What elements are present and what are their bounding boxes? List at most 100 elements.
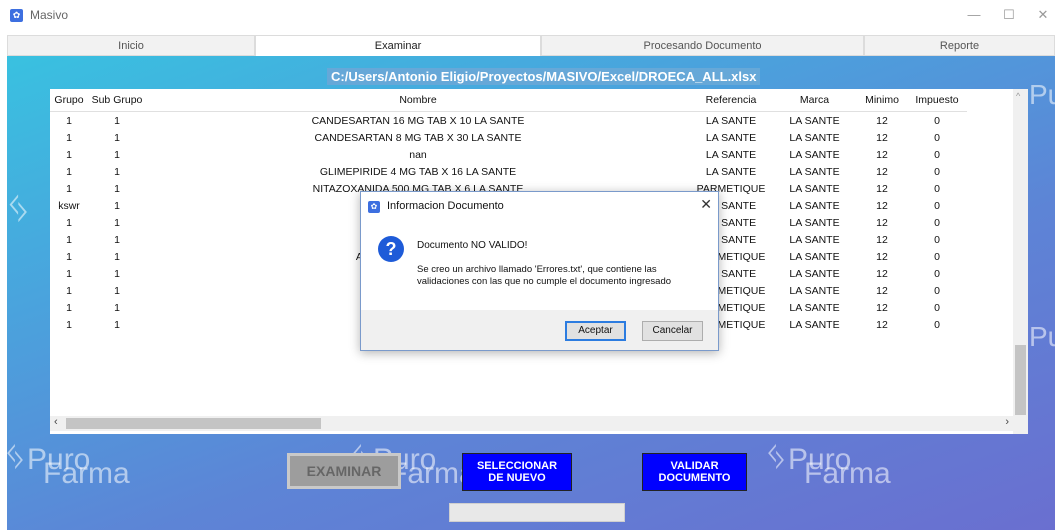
vertical-scrollbar[interactable]: ^	[1013, 89, 1028, 434]
cell-marca: LA SANTE	[789, 318, 840, 331]
cell-grupo: 1	[66, 216, 72, 229]
cell-minimo: 12	[876, 318, 888, 331]
cell-impuesto: 0	[934, 301, 940, 314]
table-row[interactable]: 1 1 CANDESARTAN 8 MG TAB X 30 LA SANTE LA S…	[50, 129, 967, 146]
window-title: Masivo	[30, 8, 69, 22]
column-header-nombre[interactable]: Nombre	[146, 89, 690, 112]
scroll-right-arrow-icon[interactable]: ›	[1005, 416, 1009, 428]
cell-referencia: LA SANTE	[705, 131, 757, 144]
dialog-title: Informacion Documento	[387, 200, 504, 212]
dialog-app-icon: ✿	[368, 201, 380, 213]
cell-sub-grupo: 1	[114, 114, 120, 127]
cell-marca: LA SANTE	[789, 165, 840, 178]
column-header-referencia[interactable]: Referencia	[690, 89, 772, 112]
info-dialog: ✿ Informacion Documento ✕ ? Documento NO…	[360, 191, 719, 351]
table-row[interactable]: 1 1 GLIMEPIRIDE 4 MG TAB X 16 LA SANTE LA S…	[50, 163, 967, 180]
cell-impuesto: 0	[934, 233, 940, 246]
cell-sub-grupo: 1	[114, 267, 120, 280]
close-button[interactable]: ✕	[1028, 6, 1058, 24]
cell-sub-grupo: 1	[114, 148, 120, 161]
minimize-button[interactable]: —	[959, 6, 989, 24]
cell-sub-grupo: 1	[114, 131, 120, 144]
dialog-close-icon[interactable]: ✕	[700, 196, 712, 213]
file-path-label: C:/Users/Antonio Eligio/Proyectos/MASIVO…	[327, 68, 761, 85]
tab-procesando-documento[interactable]: Procesando Documento	[541, 35, 864, 56]
cell-sub-grupo: 1	[114, 216, 120, 229]
cell-sub-grupo: 1	[114, 284, 120, 297]
table-header-row: Grupo Sub Grupo Nombre Referencia Marca …	[50, 89, 967, 112]
cell-grupo: kswr	[58, 199, 80, 212]
cell-grupo: 1	[66, 318, 72, 331]
tab-reporte[interactable]: Reporte	[864, 35, 1055, 56]
watermark-logo: Puro	[1029, 79, 1055, 110]
column-header-grupo[interactable]: Grupo	[50, 89, 88, 112]
progress-bar	[449, 503, 625, 522]
maximize-button[interactable]: ☐	[994, 6, 1024, 24]
cell-grupo: 1	[66, 131, 72, 144]
tab-inicio[interactable]: Inicio	[7, 35, 255, 56]
seleccionar-de-nuevo-button[interactable]: SELECCIONAR DE NUEVO	[462, 453, 572, 491]
cell-impuesto: 0	[934, 318, 940, 331]
cell-sub-grupo: 1	[114, 233, 120, 246]
table-row[interactable]: 1 1 nan LA SANTE LA SANTE 12 0	[50, 146, 967, 163]
cell-sub-grupo: 1	[114, 301, 120, 314]
cell-impuesto: 0	[934, 250, 940, 263]
horizontal-scroll-thumb[interactable]	[66, 418, 321, 429]
cell-grupo: 1	[66, 165, 72, 178]
title-bar: ✿ Masivo — ☐ ✕	[0, 0, 1059, 30]
validar-documento-button[interactable]: VALIDAR DOCUMENTO	[642, 453, 747, 491]
cell-grupo: 1	[66, 267, 72, 280]
cancelar-button[interactable]: Cancelar	[642, 321, 703, 341]
cell-minimo: 12	[876, 301, 888, 314]
cell-minimo: 12	[876, 233, 888, 246]
table-row[interactable]: 1 1 CANDESARTAN 16 MG TAB X 10 LA SANTE LA …	[50, 112, 967, 130]
cell-minimo: 12	[876, 114, 888, 127]
cell-sub-grupo: 1	[114, 318, 120, 331]
horizontal-scrollbar[interactable]: ‹ ›	[50, 416, 1013, 431]
cell-impuesto: 0	[934, 284, 940, 297]
cell-grupo: 1	[66, 284, 72, 297]
cell-minimo: 12	[876, 199, 888, 212]
examinar-button[interactable]: EXAMINAR	[287, 453, 401, 489]
column-header-minimo[interactable]: Minimo	[857, 89, 907, 112]
watermark-logo: Puro	[1029, 321, 1055, 352]
cell-nombre: CANDESARTAN 16 MG TAB X 10 LA SANTE	[311, 114, 525, 127]
cell-marca: LA SANTE	[789, 267, 840, 280]
tab-bar: Inicio Examinar Procesando Documento Rep…	[7, 35, 1055, 56]
cell-sub-grupo: 1	[114, 250, 120, 263]
cell-referencia: LA SANTE	[705, 165, 757, 178]
cell-grupo: 1	[66, 301, 72, 314]
cell-marca: LA SANTE	[789, 284, 840, 297]
cell-impuesto: 0	[934, 199, 940, 212]
cell-minimo: 12	[876, 216, 888, 229]
cell-referencia: LA SANTE	[705, 148, 757, 161]
scroll-left-arrow-icon[interactable]: ‹	[54, 416, 58, 428]
column-header-impuesto[interactable]: Impuesto	[907, 89, 967, 112]
cell-impuesto: 0	[934, 182, 940, 195]
app-icon: ✿	[10, 9, 23, 22]
dialog-message: Se creo un archivo llamado 'Errores.txt'…	[417, 264, 672, 287]
cell-marca: LA SANTE	[789, 233, 840, 246]
cell-impuesto: 0	[934, 267, 940, 280]
cell-sub-grupo: 1	[114, 165, 120, 178]
seleccionar-label-line1: SELECCIONAR	[476, 460, 558, 472]
cell-sub-grupo: 1	[114, 199, 120, 212]
cell-impuesto: 0	[934, 131, 940, 144]
cell-marca: LA SANTE	[789, 301, 840, 314]
cell-grupo: 1	[66, 148, 72, 161]
cell-sub-grupo: 1	[114, 182, 120, 195]
cell-grupo: 1	[66, 233, 72, 246]
cell-minimo: 12	[876, 148, 888, 161]
column-header-marca[interactable]: Marca	[772, 89, 857, 112]
tab-examinar[interactable]: Examinar	[255, 35, 541, 56]
cell-marca: LA SANTE	[789, 250, 840, 263]
aceptar-button[interactable]: Aceptar	[565, 321, 626, 341]
vertical-scroll-thumb[interactable]	[1015, 345, 1026, 415]
watermark-logo: ᛃPuro Farma	[7, 434, 130, 490]
cell-nombre: GLIMEPIRIDE 4 MG TAB X 16 LA SANTE	[319, 165, 517, 178]
cell-minimo: 12	[876, 182, 888, 195]
watermark-logo: ᛃPuro Farma	[764, 434, 891, 490]
question-icon: ?	[378, 236, 404, 262]
scroll-up-arrow-icon[interactable]: ^	[1016, 91, 1020, 101]
column-header-sub-grupo[interactable]: Sub Grupo	[88, 89, 146, 112]
